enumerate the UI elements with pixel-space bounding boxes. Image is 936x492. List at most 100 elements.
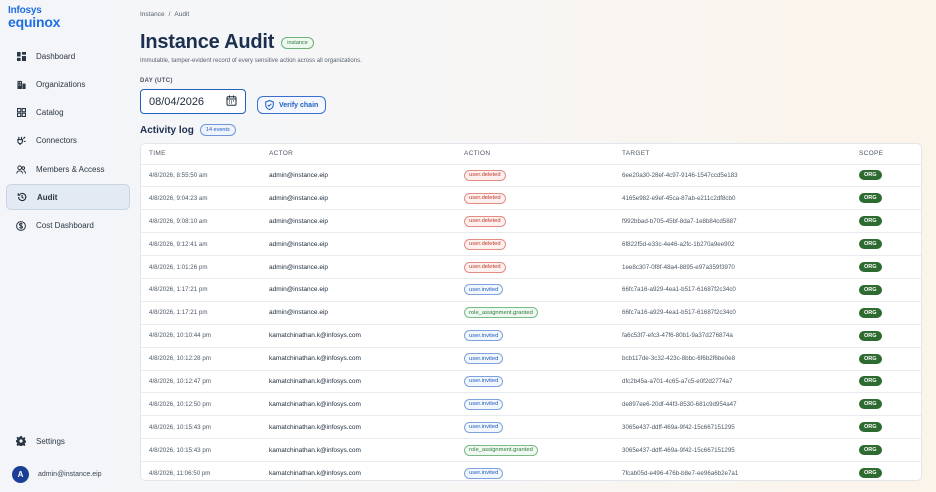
scope-badge: ORG xyxy=(859,216,882,227)
scope-badge: instance xyxy=(281,36,314,49)
sidebar-item-organizations[interactable]: Organizations xyxy=(6,71,130,97)
table-row[interactable]: 4/8/2026, 10:15:43 pm kamatchinathan.k@in… xyxy=(141,415,921,439)
scope-badge: ORG xyxy=(859,445,882,456)
table-row[interactable]: 4/8/2026, 10:15:43 pm kamatchinathan.k@in… xyxy=(141,438,921,462)
table-row[interactable]: 4/8/2026, 9:12:41 am admin@instance.eip us… xyxy=(141,232,921,256)
scope-badge: ORG xyxy=(859,353,882,364)
cell-action: user.invited xyxy=(456,369,614,393)
action-badge: user.invited xyxy=(464,398,504,410)
cell-time: 4/8/2026, 9:12:41 am xyxy=(141,232,261,256)
calendar-icon[interactable] xyxy=(226,95,237,109)
sidebar-item-catalog[interactable]: Catalog xyxy=(6,100,130,126)
cell-target: 66fc7a16-a929-4ea1-b517-61687f2c34c0 xyxy=(614,277,851,302)
page-title: Instance Audit xyxy=(140,31,275,53)
cell-action: user.invited xyxy=(456,346,614,371)
activity-log-header: Activity log 14 events xyxy=(140,124,236,136)
table-row[interactable]: 4/8/2026, 10:12:28 pm kamatchinathan.k@in… xyxy=(141,346,921,371)
user-email: admin@instance.eip xyxy=(38,471,102,478)
cell-action: user.deleted xyxy=(456,186,614,210)
cell-action: user.invited xyxy=(456,323,614,348)
activity-log-title: Activity log xyxy=(140,124,194,136)
cell-actor: kamatchinathan.k@infosys.com xyxy=(261,369,456,393)
table-row[interactable]: 4/8/2026, 1:01:26 pm admin@instance.eip us… xyxy=(141,255,921,279)
table-row[interactable]: 4/8/2026, 11:06:50 pm kamatchinathan.k@in… xyxy=(141,461,921,480)
action-badge: user.deleted xyxy=(464,192,506,204)
cell-target: fa6c53f7-efc3-47f6-80b1-9a37d276874a xyxy=(614,323,851,348)
sidebar-item-settings[interactable]: Settings xyxy=(6,428,130,454)
cell-time: 4/8/2026, 10:12:28 pm xyxy=(141,346,261,371)
column-header-time[interactable]: TIME xyxy=(141,144,261,164)
shield-check-icon xyxy=(265,100,274,110)
sidebar-item-members-access[interactable]: Members & Access xyxy=(6,156,130,182)
cell-actor: admin@instance.eip xyxy=(261,232,456,256)
date-value: 08/04/2026 xyxy=(149,95,205,108)
table-row[interactable]: 4/8/2026, 9:04:23 am admin@instance.eip us… xyxy=(141,186,921,210)
cell-target: 6f822f5d-e33c-4e46-a2fc-1b270a9ee902 xyxy=(614,232,851,256)
cell-action: user.invited xyxy=(456,392,614,416)
date-input[interactable]: 08/04/2026 xyxy=(140,89,246,114)
column-header-actor[interactable]: ACTOR xyxy=(261,144,456,164)
sidebar-bottom: Settings xyxy=(6,428,130,456)
cell-scope: ORG xyxy=(851,255,921,279)
cell-target: 7fcab05d-e496-476b-b8e7-ee96a6b2e7a1 xyxy=(614,461,851,480)
sidebar-item-label: Members & Access xyxy=(36,164,105,174)
cell-actor: admin@instance.eip xyxy=(261,186,456,210)
column-header-action[interactable]: ACTION xyxy=(456,144,614,164)
cell-actor: admin@instance.eip xyxy=(261,300,456,325)
breadcrumb-root[interactable]: Instance xyxy=(140,11,165,18)
scope-badge: ORG xyxy=(859,239,882,250)
sidebar-item-label: Audit xyxy=(37,192,58,202)
cell-action: role_assignment.granted xyxy=(456,300,614,325)
scope-badge: ORG xyxy=(859,170,882,181)
scope-badge: ORG xyxy=(859,262,882,272)
cell-actor: admin@instance.eip xyxy=(261,163,456,187)
action-badge: user.deleted xyxy=(464,238,506,250)
gear-icon xyxy=(16,436,26,446)
table-row[interactable]: 4/8/2026, 1:17:21 pm admin@instance.eip us… xyxy=(141,277,921,302)
cell-target: f992bbad-b705-45bf-8da7-1e8b84cd5887 xyxy=(614,209,851,233)
cell-scope: ORG xyxy=(851,415,921,439)
table-row[interactable]: 4/8/2026, 1:17:21 pm admin@instance.eip ro… xyxy=(141,300,921,325)
table-row[interactable]: 4/8/2026, 9:08:10 am admin@instance.eip us… xyxy=(141,209,921,233)
table-row[interactable]: 4/8/2026, 8:55:50 am admin@instance.eip us… xyxy=(141,163,921,187)
sidebar-item-label: Dashboard xyxy=(36,51,76,61)
sidebar-item-label: Organizations xyxy=(36,79,86,89)
sidebar-item-dashboard[interactable]: Dashboard xyxy=(6,43,130,69)
column-header-scope[interactable]: SCOPE xyxy=(851,144,921,164)
cell-target: de897ee6-20df-44f3-8530-681c9d954a47 xyxy=(614,392,851,416)
column-header-target[interactable]: TARGET xyxy=(614,144,851,164)
sidebar-item-cost-dashboard[interactable]: Cost Dashboard xyxy=(6,213,130,239)
table-body: 4/8/2026, 8:55:50 am admin@instance.eip us… xyxy=(141,163,921,480)
cell-time: 4/8/2026, 10:12:47 pm xyxy=(141,369,261,393)
verify-chain-button[interactable]: Verify chain xyxy=(257,96,327,114)
history-icon xyxy=(17,192,27,202)
breadcrumb: Instance / Audit xyxy=(140,11,189,18)
cell-actor: kamatchinathan.k@infosys.com xyxy=(261,346,456,371)
brand-logo[interactable]: Infosys equinox xyxy=(8,6,134,30)
sidebar-nav: Dashboard Organizations Catalog Connecto… xyxy=(6,43,130,241)
action-badge: user.deleted xyxy=(464,169,506,181)
table-row[interactable]: 4/8/2026, 10:12:50 pm kamatchinathan.k@in… xyxy=(141,392,921,416)
sidebar-item-connectors[interactable]: Connectors xyxy=(6,128,130,154)
cell-target: 1ee8c307-0f8f-48a4-8895-e97a359f3970 xyxy=(614,255,851,279)
cell-target: 66fc7a16-a929-4ea1-b517-61687f2c34c0 xyxy=(614,300,851,325)
action-badge: user.invited xyxy=(464,284,504,296)
table-row[interactable]: 4/8/2026, 10:12:47 pm kamatchinathan.k@in… xyxy=(141,369,921,393)
cell-action: user.deleted xyxy=(456,255,614,279)
scope-badge: ORG xyxy=(859,376,882,387)
table-row[interactable]: 4/8/2026, 10:10:44 pm kamatchinathan.k@in… xyxy=(141,323,921,348)
cell-target: dfc2b45a-a701-4c65-a7c5-e0f2d2774a7 xyxy=(614,369,851,393)
sidebar-item-audit[interactable]: Audit xyxy=(6,184,130,211)
avatar: A xyxy=(12,466,29,483)
user-profile[interactable]: A admin@instance.eip xyxy=(12,466,102,483)
scope-badge: ORG xyxy=(859,193,882,204)
cell-target: 4165e982-e9ef-45ca-87ab-e211c2df8cb0 xyxy=(614,186,851,210)
cell-scope: ORG xyxy=(851,438,921,462)
action-badge: user.invited xyxy=(464,353,504,365)
cell-scope: ORG xyxy=(851,232,921,256)
page-subtitle: Immutable, tamper-evident record of ever… xyxy=(140,58,362,64)
cell-target: 3065e437-ddff-469a-9f42-15c667151295 xyxy=(614,438,851,462)
cell-target: 6ee20a30-28ef-4c97-9146-1547ccd5e183 xyxy=(614,163,851,187)
cell-scope: ORG xyxy=(851,346,921,371)
table-header-row: TIME ACTOR ACTION TARGET SCOPE xyxy=(141,144,921,164)
